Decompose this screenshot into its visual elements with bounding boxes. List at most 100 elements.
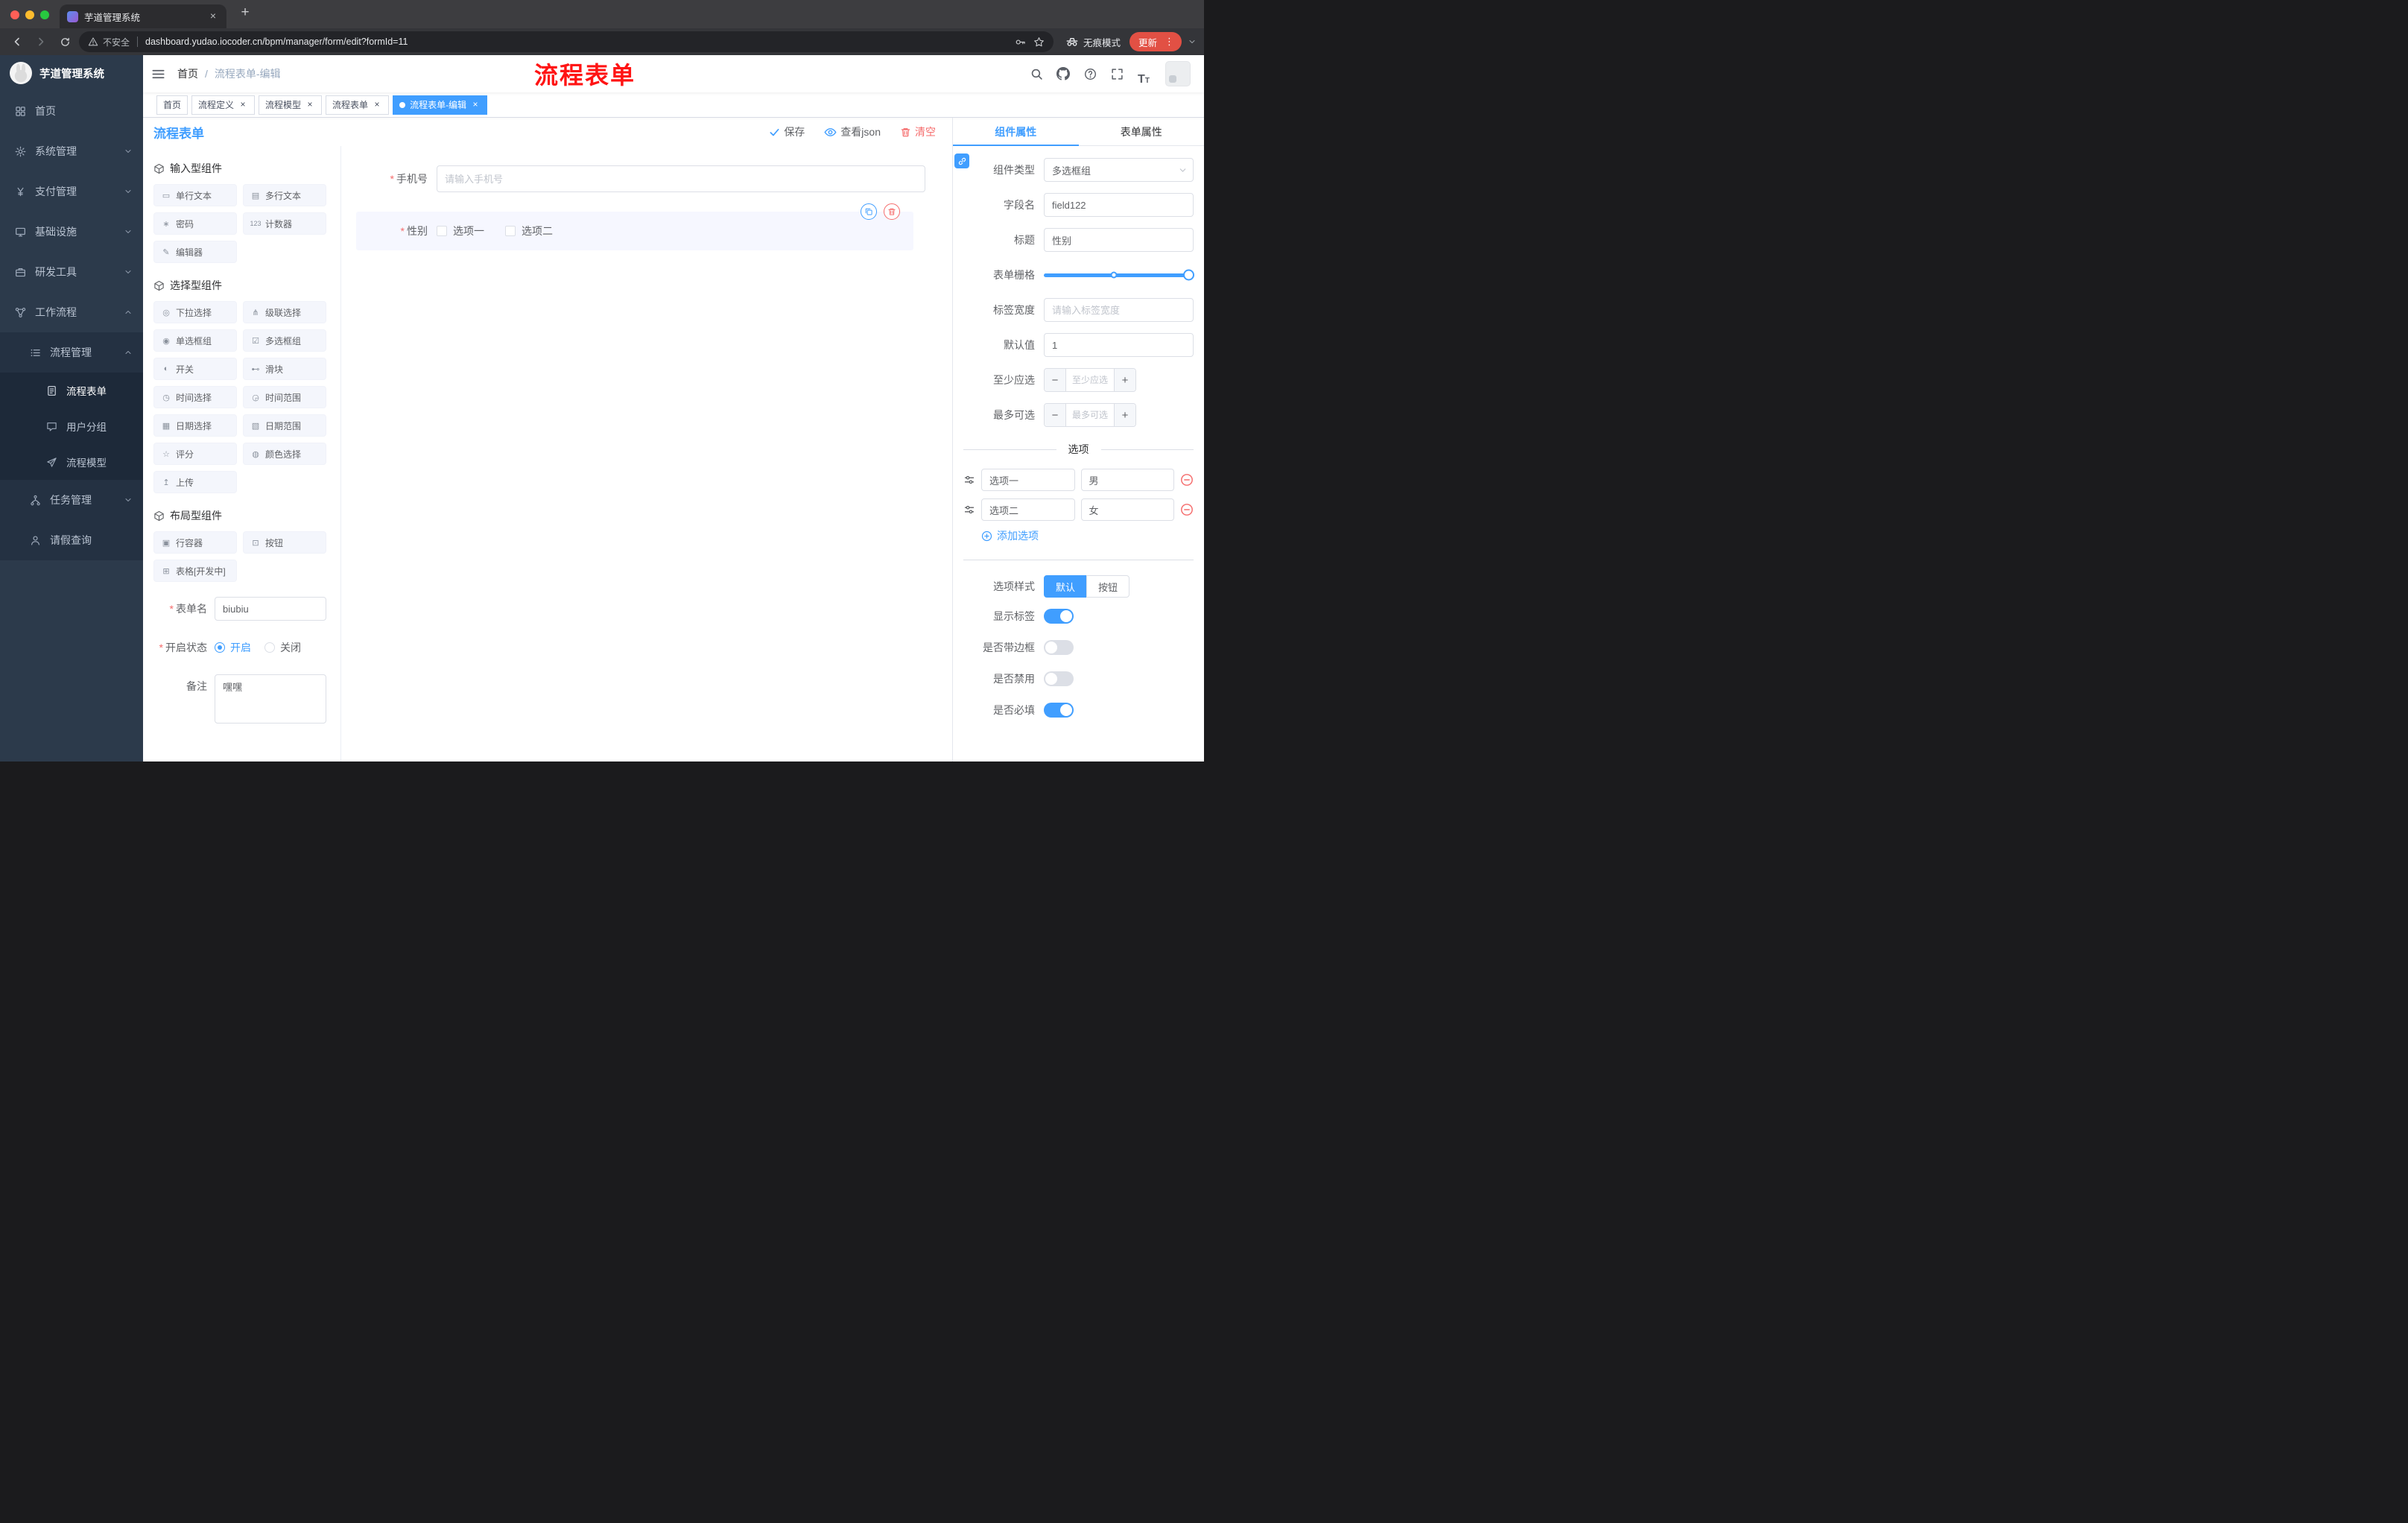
palette-item-multi-line-text[interactable]: ▤ 多行文本	[243, 184, 326, 206]
component-type-select[interactable]: 多选框组	[1044, 158, 1194, 182]
window-close-button[interactable]	[10, 10, 19, 19]
palette-item-switch[interactable]: ◐ 开关	[153, 358, 237, 380]
github-icon[interactable]	[1052, 63, 1074, 85]
window-zoom-button[interactable]	[40, 10, 49, 19]
palette-item-color-picker[interactable]: ◍ 颜色选择	[243, 443, 326, 465]
slider-handle[interactable]	[1183, 269, 1194, 281]
close-icon[interactable]: ×	[238, 99, 248, 110]
option-1-value-input[interactable]	[1080, 469, 1174, 491]
min-select-input[interactable]	[1066, 369, 1114, 391]
palette-item-single-line-text[interactable]: ▭ 单行文本	[153, 184, 237, 206]
sidebar-item-user-group[interactable]: 用户分组	[0, 408, 143, 444]
palette-item-editor[interactable]: ✎ 编辑器	[153, 241, 237, 263]
palette-item-radio-group[interactable]: ◉ 单选框组	[153, 329, 237, 352]
sidebar-item-devtools[interactable]: 研发工具	[0, 252, 143, 292]
palette-item-slider[interactable]: ⊷ 滑块	[243, 358, 326, 380]
tag-home[interactable]: 首页	[156, 95, 188, 115]
sidebar-item-process-model[interactable]: 流程模型	[0, 444, 143, 480]
palette-item-checkbox-group[interactable]: ☑ 多选框组	[243, 329, 326, 352]
status-open-radio[interactable]: 开启	[215, 636, 251, 659]
show-label-toggle[interactable]	[1044, 609, 1074, 624]
field-name-input[interactable]	[1044, 193, 1194, 217]
sidebar-item-home[interactable]: 首页	[0, 91, 143, 131]
required-toggle[interactable]	[1044, 703, 1074, 718]
minus-button[interactable]: −	[1045, 404, 1066, 426]
forward-button[interactable]	[31, 32, 51, 51]
save-button[interactable]: 保存	[769, 124, 805, 139]
reload-button[interactable]	[55, 32, 75, 51]
tag-process-model[interactable]: 流程模型 ×	[259, 95, 323, 115]
palette-item-time-picker[interactable]: ◷ 时间选择	[153, 386, 237, 408]
drag-handle-icon[interactable]	[963, 504, 975, 516]
sidebar-item-leave-query[interactable]: 请假查询	[0, 520, 143, 560]
option-2-label-input[interactable]	[981, 498, 1075, 521]
phone-input[interactable]	[437, 165, 925, 192]
form-grid-slider[interactable]	[1044, 263, 1194, 287]
palette-item-time-range[interactable]: ◶ 时间范围	[243, 386, 326, 408]
hamburger-icon[interactable]	[143, 55, 173, 92]
palette-item-date-range[interactable]: ▧ 日期范围	[243, 414, 326, 437]
bookmark-star-icon[interactable]	[1033, 37, 1045, 48]
palette-item-password[interactable]: ∗ 密码	[153, 212, 237, 235]
close-icon[interactable]: ×	[470, 99, 481, 110]
sidebar-item-workflow[interactable]: 工作流程	[0, 292, 143, 332]
sidebar-item-task-mgmt[interactable]: 任务管理	[0, 480, 143, 520]
app-logo[interactable]: 芋道管理系统	[0, 55, 143, 91]
sidebar-item-payment[interactable]: 支付管理	[0, 171, 143, 212]
palette-item-select[interactable]: ◎ 下拉选择	[153, 301, 237, 323]
sidebar-item-system[interactable]: 系统管理	[0, 131, 143, 171]
remove-option-button[interactable]	[1180, 503, 1194, 516]
disabled-toggle[interactable]	[1044, 671, 1074, 686]
label-width-input[interactable]	[1044, 298, 1194, 322]
tag-process-definition[interactable]: 流程定义 ×	[191, 95, 256, 115]
plus-button[interactable]: +	[1114, 404, 1135, 426]
sidebar-item-process-form[interactable]: 流程表单	[0, 373, 143, 408]
default-value-input[interactable]	[1044, 333, 1194, 357]
close-icon[interactable]: ×	[305, 99, 315, 110]
canvas-field-gender[interactable]: * 性别 选项一 选项二	[356, 203, 913, 250]
style-default-button[interactable]: 默认	[1044, 575, 1088, 598]
help-icon[interactable]	[1079, 63, 1101, 85]
profile-chevron-icon[interactable]	[1188, 37, 1197, 46]
breadcrumb-home[interactable]: 首页	[177, 66, 198, 81]
form-remark-textarea[interactable]: 嘿嘿	[215, 674, 326, 723]
browser-menu-kebab-icon[interactable]: ⋮	[1160, 36, 1179, 48]
form-name-input[interactable]	[215, 597, 326, 621]
palette-item-counter[interactable]: 123 计数器	[243, 212, 326, 235]
view-json-button[interactable]: 查看json	[824, 124, 881, 139]
palette-item-button[interactable]: ⊡ 按钮	[243, 531, 326, 554]
canvas-field-phone[interactable]: * 手机号	[356, 165, 925, 192]
border-toggle[interactable]	[1044, 640, 1074, 655]
delete-field-button[interactable]	[884, 203, 900, 220]
close-icon[interactable]: ×	[372, 99, 382, 110]
palette-item-date-picker[interactable]: ▦ 日期选择	[153, 414, 237, 437]
plus-button[interactable]: +	[1114, 369, 1135, 391]
palette-item-rate[interactable]: ☆ 评分	[153, 443, 237, 465]
style-button-button[interactable]: 按钮	[1086, 575, 1130, 598]
browser-tab[interactable]: 芋道管理系统 ×	[60, 4, 226, 28]
clear-button[interactable]: 清空	[900, 124, 936, 139]
copy-field-button[interactable]	[861, 203, 877, 220]
tab-component-props[interactable]: 组件属性	[953, 118, 1079, 146]
gender-option-2-checkbox[interactable]: 选项二	[505, 224, 553, 238]
tag-process-form-edit[interactable]: 流程表单-编辑 ×	[393, 95, 488, 115]
url-bar[interactable]: 不安全 dashboard.yudao.iocoder.cn/bpm/manag…	[79, 31, 1054, 52]
data-binding-link-button[interactable]	[954, 153, 969, 168]
minus-button[interactable]: −	[1045, 369, 1066, 391]
font-size-icon[interactable]: TT	[1132, 63, 1155, 86]
avatar[interactable]	[1165, 61, 1191, 86]
palette-item-cascader[interactable]: ⋔ 级联选择	[243, 301, 326, 323]
palette-item-upload[interactable]: ↥ 上传	[153, 471, 237, 493]
key-icon[interactable]	[1015, 37, 1026, 48]
gender-option-1-checkbox[interactable]: 选项一	[437, 224, 484, 238]
update-button[interactable]: 更新 ⋮	[1129, 32, 1182, 51]
tab-form-props[interactable]: 表单属性	[1079, 118, 1205, 145]
tag-process-form[interactable]: 流程表单 ×	[326, 95, 390, 115]
sidebar-item-process-mgmt[interactable]: 流程管理	[0, 332, 143, 373]
palette-item-table[interactable]: ⊞ 表格[开发中]	[153, 560, 237, 582]
tab-close-icon[interactable]: ×	[207, 10, 219, 22]
palette-item-row-container[interactable]: ▣ 行容器	[153, 531, 237, 554]
option-2-value-input[interactable]	[1080, 498, 1174, 521]
fullscreen-icon[interactable]	[1106, 63, 1128, 85]
new-tab-button[interactable]: +	[235, 3, 255, 22]
